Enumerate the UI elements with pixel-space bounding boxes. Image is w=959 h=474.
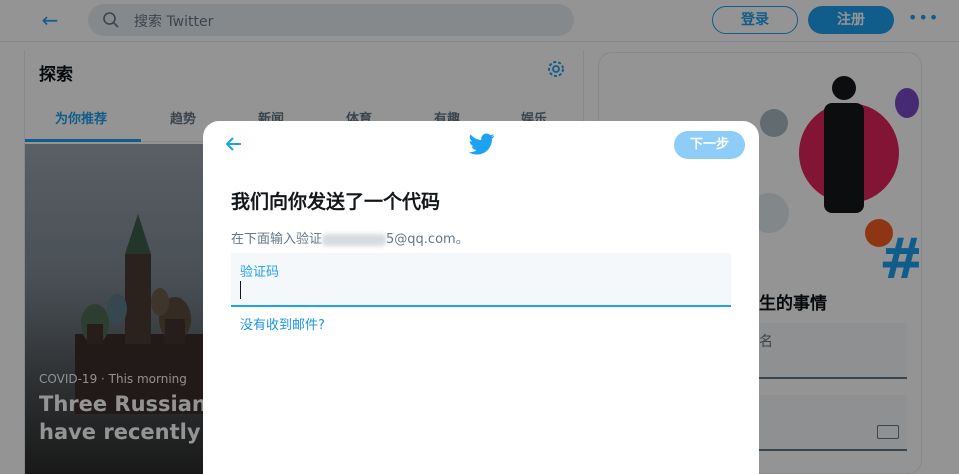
dialog-title: 我们向你发送了一个代码	[231, 191, 441, 213]
subtitle-prefix: 在下面输入验证	[231, 232, 323, 247]
dialog-subtitle: 在下面输入验证 5@qq.com。	[231, 228, 469, 247]
resend-email-link[interactable]: 没有收到邮件?	[240, 314, 325, 333]
verification-dialog: 下一步 我们向你发送了一个代码 在下面输入验证 5@qq.com。 验证码 没有收…	[203, 121, 759, 474]
verification-code-input[interactable]: 验证码	[231, 253, 731, 307]
input-label: 验证码	[240, 265, 280, 280]
next-button[interactable]: 下一步	[674, 131, 745, 159]
redacted-email	[322, 233, 387, 246]
twitter-bird-icon	[469, 133, 495, 155]
back-arrow-icon[interactable]	[223, 133, 245, 155]
subtitle-suffix: 5@qq.com。	[386, 232, 469, 247]
text-caret	[240, 281, 241, 299]
